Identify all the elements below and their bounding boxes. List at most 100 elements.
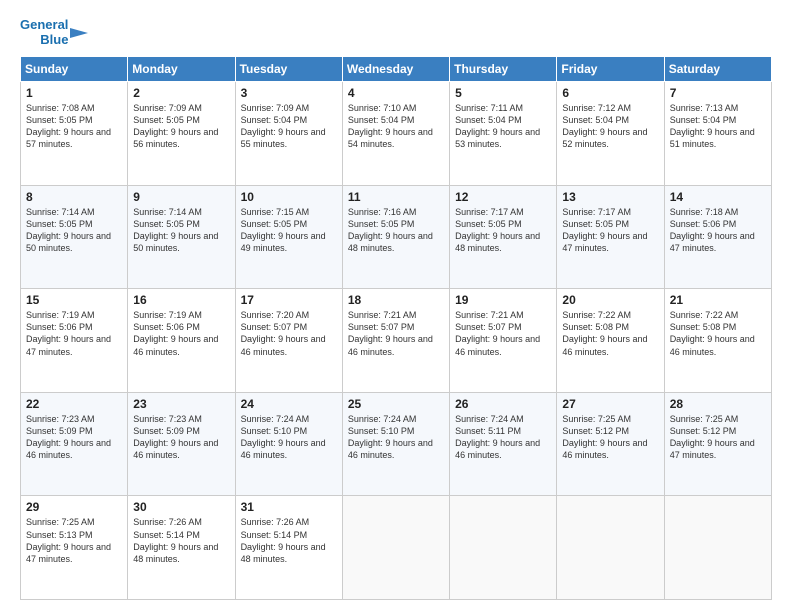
col-thursday: Thursday bbox=[450, 56, 557, 81]
col-saturday: Saturday bbox=[664, 56, 771, 81]
table-row bbox=[557, 496, 664, 600]
day-info: Sunrise: 7:19 AMSunset: 5:06 PMDaylight:… bbox=[26, 310, 111, 356]
table-row: 19 Sunrise: 7:21 AMSunset: 5:07 PMDaylig… bbox=[450, 289, 557, 393]
day-number: 10 bbox=[241, 190, 337, 204]
day-number: 28 bbox=[670, 397, 766, 411]
table-row: 4 Sunrise: 7:10 AMSunset: 5:04 PMDayligh… bbox=[342, 81, 449, 185]
table-row bbox=[450, 496, 557, 600]
day-info: Sunrise: 7:12 AMSunset: 5:04 PMDaylight:… bbox=[562, 103, 647, 149]
day-info: Sunrise: 7:20 AMSunset: 5:07 PMDaylight:… bbox=[241, 310, 326, 356]
day-number: 26 bbox=[455, 397, 551, 411]
table-row: 7 Sunrise: 7:13 AMSunset: 5:04 PMDayligh… bbox=[664, 81, 771, 185]
table-row: 11 Sunrise: 7:16 AMSunset: 5:05 PMDaylig… bbox=[342, 185, 449, 289]
table-row: 3 Sunrise: 7:09 AMSunset: 5:04 PMDayligh… bbox=[235, 81, 342, 185]
day-number: 29 bbox=[26, 500, 122, 514]
day-number: 14 bbox=[670, 190, 766, 204]
table-row: 14 Sunrise: 7:18 AMSunset: 5:06 PMDaylig… bbox=[664, 185, 771, 289]
day-number: 17 bbox=[241, 293, 337, 307]
table-row: 28 Sunrise: 7:25 AMSunset: 5:12 PMDaylig… bbox=[664, 392, 771, 496]
day-number: 16 bbox=[133, 293, 229, 307]
day-number: 4 bbox=[348, 86, 444, 100]
header: General Blue bbox=[20, 18, 772, 48]
table-row bbox=[664, 496, 771, 600]
table-row: 12 Sunrise: 7:17 AMSunset: 5:05 PMDaylig… bbox=[450, 185, 557, 289]
calendar-header-row: Sunday Monday Tuesday Wednesday Thursday… bbox=[21, 56, 772, 81]
day-number: 1 bbox=[26, 86, 122, 100]
table-row: 27 Sunrise: 7:25 AMSunset: 5:12 PMDaylig… bbox=[557, 392, 664, 496]
day-info: Sunrise: 7:24 AMSunset: 5:10 PMDaylight:… bbox=[348, 414, 433, 460]
table-row: 9 Sunrise: 7:14 AMSunset: 5:05 PMDayligh… bbox=[128, 185, 235, 289]
logo-arrow-icon bbox=[70, 22, 88, 44]
day-number: 11 bbox=[348, 190, 444, 204]
logo: General Blue bbox=[20, 18, 88, 48]
col-monday: Monday bbox=[128, 56, 235, 81]
day-number: 25 bbox=[348, 397, 444, 411]
day-number: 2 bbox=[133, 86, 229, 100]
day-number: 30 bbox=[133, 500, 229, 514]
day-number: 27 bbox=[562, 397, 658, 411]
table-row: 17 Sunrise: 7:20 AMSunset: 5:07 PMDaylig… bbox=[235, 289, 342, 393]
table-row: 5 Sunrise: 7:11 AMSunset: 5:04 PMDayligh… bbox=[450, 81, 557, 185]
table-row: 13 Sunrise: 7:17 AMSunset: 5:05 PMDaylig… bbox=[557, 185, 664, 289]
table-row: 10 Sunrise: 7:15 AMSunset: 5:05 PMDaylig… bbox=[235, 185, 342, 289]
day-number: 18 bbox=[348, 293, 444, 307]
col-sunday: Sunday bbox=[21, 56, 128, 81]
table-row: 8 Sunrise: 7:14 AMSunset: 5:05 PMDayligh… bbox=[21, 185, 128, 289]
table-row: 1 Sunrise: 7:08 AMSunset: 5:05 PMDayligh… bbox=[21, 81, 128, 185]
day-info: Sunrise: 7:22 AMSunset: 5:08 PMDaylight:… bbox=[670, 310, 755, 356]
day-info: Sunrise: 7:19 AMSunset: 5:06 PMDaylight:… bbox=[133, 310, 218, 356]
day-info: Sunrise: 7:25 AMSunset: 5:12 PMDaylight:… bbox=[562, 414, 647, 460]
day-number: 31 bbox=[241, 500, 337, 514]
table-row: 22 Sunrise: 7:23 AMSunset: 5:09 PMDaylig… bbox=[21, 392, 128, 496]
table-row: 21 Sunrise: 7:22 AMSunset: 5:08 PMDaylig… bbox=[664, 289, 771, 393]
table-row: 15 Sunrise: 7:19 AMSunset: 5:06 PMDaylig… bbox=[21, 289, 128, 393]
table-row: 20 Sunrise: 7:22 AMSunset: 5:08 PMDaylig… bbox=[557, 289, 664, 393]
table-row: 30 Sunrise: 7:26 AMSunset: 5:14 PMDaylig… bbox=[128, 496, 235, 600]
day-info: Sunrise: 7:25 AMSunset: 5:12 PMDaylight:… bbox=[670, 414, 755, 460]
day-info: Sunrise: 7:15 AMSunset: 5:05 PMDaylight:… bbox=[241, 207, 326, 253]
day-info: Sunrise: 7:14 AMSunset: 5:05 PMDaylight:… bbox=[133, 207, 218, 253]
table-row: 24 Sunrise: 7:24 AMSunset: 5:10 PMDaylig… bbox=[235, 392, 342, 496]
day-info: Sunrise: 7:23 AMSunset: 5:09 PMDaylight:… bbox=[26, 414, 111, 460]
logo-blue: Blue bbox=[40, 33, 68, 48]
col-wednesday: Wednesday bbox=[342, 56, 449, 81]
day-info: Sunrise: 7:23 AMSunset: 5:09 PMDaylight:… bbox=[133, 414, 218, 460]
table-row: 26 Sunrise: 7:24 AMSunset: 5:11 PMDaylig… bbox=[450, 392, 557, 496]
table-row: 18 Sunrise: 7:21 AMSunset: 5:07 PMDaylig… bbox=[342, 289, 449, 393]
day-number: 12 bbox=[455, 190, 551, 204]
table-row: 6 Sunrise: 7:12 AMSunset: 5:04 PMDayligh… bbox=[557, 81, 664, 185]
table-row: 23 Sunrise: 7:23 AMSunset: 5:09 PMDaylig… bbox=[128, 392, 235, 496]
day-info: Sunrise: 7:17 AMSunset: 5:05 PMDaylight:… bbox=[455, 207, 540, 253]
col-tuesday: Tuesday bbox=[235, 56, 342, 81]
calendar-table: Sunday Monday Tuesday Wednesday Thursday… bbox=[20, 56, 772, 600]
logo-general: General bbox=[20, 18, 68, 33]
col-friday: Friday bbox=[557, 56, 664, 81]
day-info: Sunrise: 7:13 AMSunset: 5:04 PMDaylight:… bbox=[670, 103, 755, 149]
day-number: 9 bbox=[133, 190, 229, 204]
day-number: 5 bbox=[455, 86, 551, 100]
day-info: Sunrise: 7:22 AMSunset: 5:08 PMDaylight:… bbox=[562, 310, 647, 356]
day-number: 19 bbox=[455, 293, 551, 307]
day-info: Sunrise: 7:11 AMSunset: 5:04 PMDaylight:… bbox=[455, 103, 540, 149]
day-number: 13 bbox=[562, 190, 658, 204]
table-row: 16 Sunrise: 7:19 AMSunset: 5:06 PMDaylig… bbox=[128, 289, 235, 393]
day-info: Sunrise: 7:18 AMSunset: 5:06 PMDaylight:… bbox=[670, 207, 755, 253]
day-info: Sunrise: 7:14 AMSunset: 5:05 PMDaylight:… bbox=[26, 207, 111, 253]
day-number: 24 bbox=[241, 397, 337, 411]
day-number: 22 bbox=[26, 397, 122, 411]
table-row: 31 Sunrise: 7:26 AMSunset: 5:14 PMDaylig… bbox=[235, 496, 342, 600]
table-row: 25 Sunrise: 7:24 AMSunset: 5:10 PMDaylig… bbox=[342, 392, 449, 496]
day-info: Sunrise: 7:08 AMSunset: 5:05 PMDaylight:… bbox=[26, 103, 111, 149]
day-number: 7 bbox=[670, 86, 766, 100]
day-info: Sunrise: 7:09 AMSunset: 5:04 PMDaylight:… bbox=[241, 103, 326, 149]
day-number: 3 bbox=[241, 86, 337, 100]
day-info: Sunrise: 7:26 AMSunset: 5:14 PMDaylight:… bbox=[133, 517, 218, 563]
table-row bbox=[342, 496, 449, 600]
day-number: 6 bbox=[562, 86, 658, 100]
day-info: Sunrise: 7:24 AMSunset: 5:11 PMDaylight:… bbox=[455, 414, 540, 460]
table-row: 2 Sunrise: 7:09 AMSunset: 5:05 PMDayligh… bbox=[128, 81, 235, 185]
day-info: Sunrise: 7:09 AMSunset: 5:05 PMDaylight:… bbox=[133, 103, 218, 149]
day-info: Sunrise: 7:17 AMSunset: 5:05 PMDaylight:… bbox=[562, 207, 647, 253]
day-info: Sunrise: 7:16 AMSunset: 5:05 PMDaylight:… bbox=[348, 207, 433, 253]
day-info: Sunrise: 7:25 AMSunset: 5:13 PMDaylight:… bbox=[26, 517, 111, 563]
